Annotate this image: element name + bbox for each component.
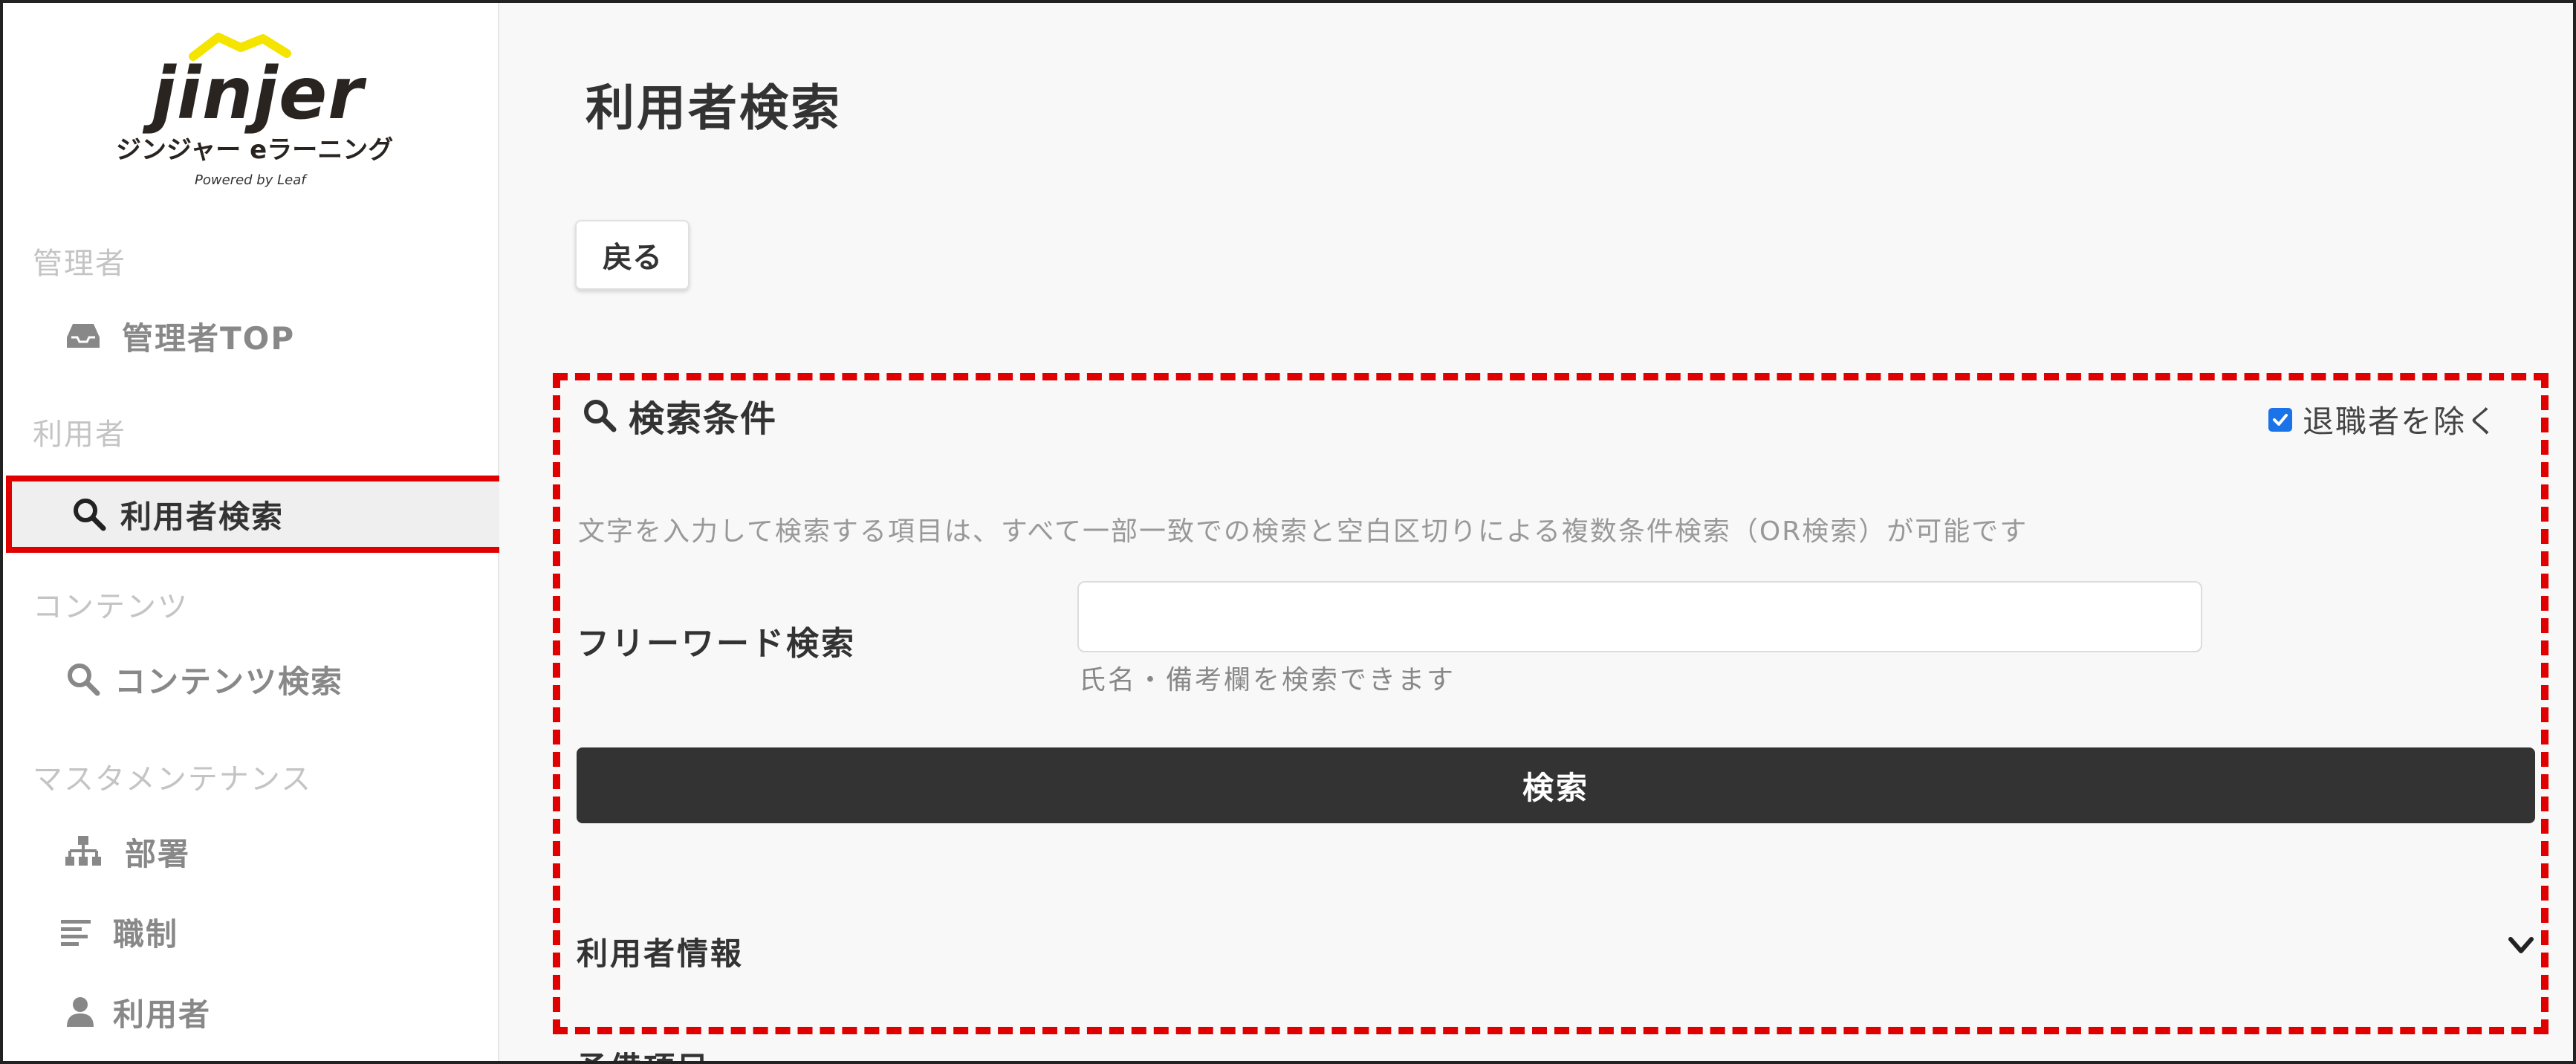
org-chart-icon [62,831,104,872]
sidebar-item-user-search[interactable]: 利用者検索 [6,476,505,553]
sidebar-item-label: 管理者TOP [122,319,296,357]
exclude-retired-checkbox[interactable]: 退職者を除く [2268,397,2499,442]
freeword-help: 氏名・備考欄を検索できます [1079,665,1456,695]
search-button[interactable]: 検索 [577,747,2535,823]
list-icon [55,911,97,953]
brand-logo: jinjer ジンジャー eラーニング Powered by Leaf [107,25,404,196]
user-info-section-toggle[interactable]: 利用者情報 [577,929,744,974]
freeword-label: フリーワード検索 [577,625,856,663]
search-icon [62,658,104,700]
freeword-input[interactable] [1077,581,2202,652]
sidebar: jinjer ジンジャー eラーニング Powered by Leaf 管理者 … [3,3,505,1061]
user-icon [59,991,101,1033]
sidebar-item-admin-top[interactable]: 管理者TOP [3,300,498,372]
sidebar-item-label: 部署 [125,835,191,872]
chevron-down-icon[interactable] [2506,930,2536,960]
logo-product-name: ジンジャー eラーニング [116,135,394,165]
search-conditions-highlight [553,373,2549,1034]
search-hint-text: 文字を入力して検索する項目は、すべて一部一致での検索と空白区切りによる複数条件検… [578,516,2028,547]
sidebar-item-label: コンテンツ検索 [114,663,344,700]
search-icon [68,493,110,535]
sidebar-item-label: 職制 [113,915,179,953]
sidebar-item-departments[interactable]: 部署 [3,816,498,887]
logo-powered-by: Powered by Leaf [195,172,306,188]
inbox-icon [62,315,104,357]
exclude-retired-label: 退職者を除く [2302,403,2499,440]
section-label-users: 利用者 [33,418,126,452]
page-title: 利用者検索 [585,80,842,137]
search-icon [584,400,617,432]
sidebar-item-users[interactable]: 利用者 [3,976,498,1048]
sidebar-item-label: 利用者検索 [120,498,285,535]
section-label-contents: コンテンツ [33,590,189,624]
spare-items-section-toggle[interactable]: 予備項目 [577,1043,710,1061]
section-label-admin: 管理者 [33,247,126,281]
checkbox-checked-icon[interactable] [2268,407,2292,432]
app-window: jinjer ジンジャー eラーニング Powered by Leaf 管理者 … [0,0,2576,1064]
logo-wordmark: jinjer [152,52,364,135]
section-label-master: マスタメンテナンス [33,762,312,797]
main-content: 利用者検索 戻る 検索条件 退職者を除く 文字を入力して検索する項目は、すべて一… [499,3,2573,1061]
back-button[interactable]: 戻る [575,220,690,290]
search-conditions-title: 検索条件 [629,398,778,440]
sidebar-item-positions[interactable]: 職制 [3,896,498,967]
search-conditions-header: 検索条件 [583,389,777,441]
sidebar-item-content-search[interactable]: コンテンツ検索 [3,643,498,715]
sidebar-item-label: 利用者 [113,996,212,1033]
